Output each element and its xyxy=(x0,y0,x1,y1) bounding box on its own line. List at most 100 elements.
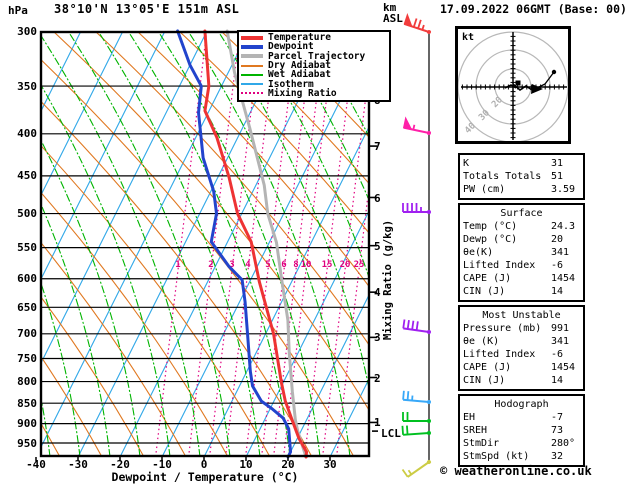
panel-row-label: StmDir xyxy=(463,438,500,449)
pressure-tick-label: 750 xyxy=(17,352,37,365)
panel-row-value: 341 xyxy=(551,336,570,347)
temperature-tick-label: 20 xyxy=(281,458,295,471)
wind-barb xyxy=(403,12,431,34)
pressure-tick-label: 650 xyxy=(17,300,37,314)
panel-box: K 31 Totals Totals 51 PW (cm) 3.59 xyxy=(458,153,585,200)
panel-row-label: Lifted Index xyxy=(463,349,536,360)
temperature-tick-label: -10 xyxy=(152,458,172,471)
svg-text:5: 5 xyxy=(265,260,270,270)
wind-barb xyxy=(402,390,431,404)
legend-swatch xyxy=(241,92,263,95)
hodograph-ring-label: 40 xyxy=(463,121,478,136)
panel-row: θe(K) 341 xyxy=(463,246,580,259)
pressure-tick-label: 900 xyxy=(17,417,37,431)
panel-row-label: Temp (°C) xyxy=(463,221,518,232)
svg-text:10: 10 xyxy=(301,260,312,270)
pressure-tick-label: 700 xyxy=(17,327,37,341)
svg-text:1: 1 xyxy=(175,260,180,270)
panel-row: StmDir 280° xyxy=(463,437,580,450)
pressure-axis-unit: hPa xyxy=(8,4,28,17)
panel-row: K 31 xyxy=(463,157,580,170)
hodograph: 203040 kt xyxy=(455,26,571,144)
legend: Temperature Dewpoint Parcel Trajectory Dry … xyxy=(237,30,391,103)
panel-row-label: CAPE (J) xyxy=(463,362,512,373)
pressure-tick-label: 400 xyxy=(17,127,37,141)
panel-row-value: -6 xyxy=(551,349,564,360)
panel-row-value: -7 xyxy=(551,412,564,423)
indices-panel: K 31 Totals Totals 51 PW (cm) 3.59 Surface Temp… xyxy=(458,153,585,470)
temperature-tick-label: 30 xyxy=(323,458,337,471)
panel-row-value: -6 xyxy=(551,260,564,271)
panel-box-title: Most Unstable xyxy=(482,310,561,321)
panel-row-value: 14 xyxy=(551,375,564,386)
temperature-tick-label: 0 xyxy=(200,458,208,471)
pressure-tick-label: 450 xyxy=(17,169,37,183)
pressure-tick-label: 500 xyxy=(17,207,37,221)
panel-row: Dewp (°C) 20 xyxy=(463,233,580,246)
legend-swatch xyxy=(241,35,263,40)
panel-row: Pressure (mb) 991 xyxy=(463,322,580,335)
panel-row: Lifted Index -6 xyxy=(463,259,580,272)
panel-row-label: Lifted Index xyxy=(463,260,536,271)
panel-row-value: 24.3 xyxy=(551,221,576,232)
pressure-tick-label: 600 xyxy=(17,272,37,286)
legend-item: Temperature xyxy=(241,33,387,42)
panel-row-value: 1454 xyxy=(551,362,576,373)
panel-row: Totals Totals 51 xyxy=(463,170,580,183)
km-tick-label: 7 xyxy=(374,140,381,154)
legend-item-label: Wet Adiabat xyxy=(268,69,331,81)
panel-row: StmSpd (kt) 32 xyxy=(463,450,580,463)
hodograph-ring-label: 30 xyxy=(477,108,492,123)
panel-row-label: Dewp (°C) xyxy=(463,234,518,245)
panel-row: CAPE (J) 1454 xyxy=(463,272,580,285)
legend-item: Wet Adiabat xyxy=(241,69,387,81)
panel-box-title: Hodograph xyxy=(494,399,549,410)
hodograph-unit-label: kt xyxy=(462,32,474,43)
km-tick-label: 6 xyxy=(374,191,381,205)
svg-text:8: 8 xyxy=(293,260,298,270)
panel-row-value: 991 xyxy=(551,323,570,334)
svg-text:25: 25 xyxy=(354,260,365,270)
panel-box: Hodograph EH -7 SREH 73 StmDir 280° StmSpd (kt)… xyxy=(458,394,585,467)
legend-swatch xyxy=(241,73,263,76)
panel-row-value: 51 xyxy=(551,171,564,182)
hodograph-ring-label: 20 xyxy=(490,95,505,110)
temperature-tick-label: -20 xyxy=(110,458,130,471)
panel-row: θe (K) 341 xyxy=(463,335,580,348)
wind-barb xyxy=(402,319,431,334)
panel-box-title: Surface xyxy=(500,208,543,219)
panel-row: SREH 73 xyxy=(463,424,580,437)
pressure-tick-label: 550 xyxy=(17,241,37,255)
panel-row-label: K xyxy=(463,158,470,169)
svg-text:15: 15 xyxy=(322,260,333,270)
panel-row-label: θe(K) xyxy=(463,247,494,258)
panel-row-value: 73 xyxy=(551,425,564,436)
panel-row-value: 341 xyxy=(551,247,570,258)
temperature-tick-label: 10 xyxy=(239,458,253,471)
panel-row-label: Pressure (mb) xyxy=(463,323,542,334)
page-title: 38°10'N 13°05'E 151m ASL xyxy=(54,2,240,16)
pressure-tick-label: 950 xyxy=(17,436,37,450)
temperature-tick-label: -40 xyxy=(26,458,46,471)
panel-row-label: PW (cm) xyxy=(463,184,506,195)
panel-row-value: 32 xyxy=(551,451,564,462)
panel-row-label: StmSpd (kt) xyxy=(463,451,530,462)
svg-text:6: 6 xyxy=(281,260,286,270)
panel-row-value: 3.59 xyxy=(551,184,576,195)
svg-text:4: 4 xyxy=(245,260,251,270)
km-tick-label: 1 xyxy=(374,416,381,430)
panel-row-label: SREH xyxy=(463,425,488,436)
panel-row-label: CIN (J) xyxy=(463,286,506,297)
wind-barb xyxy=(402,412,431,423)
mixing-ratio-value-labels: 1 2 3 4 5 6 8 10 15 20 25 xyxy=(175,260,364,270)
km-tick-label: 3 xyxy=(374,331,381,345)
copyright-credit: © weatheronline.co.uk xyxy=(440,464,592,478)
panel-row: PW (cm) 3.59 xyxy=(463,183,580,196)
km-tick-label: 2 xyxy=(374,371,381,385)
panel-row-value: 31 xyxy=(551,158,564,169)
datetime-label: 17.09.2022 06GMT (Base: 00) xyxy=(440,2,627,16)
legend-swatch xyxy=(241,64,263,67)
panel-row: Temp (°C) 24.3 xyxy=(463,220,580,233)
panel-row-label: Totals Totals xyxy=(463,171,542,182)
km-tick-label: 4 xyxy=(374,286,381,300)
